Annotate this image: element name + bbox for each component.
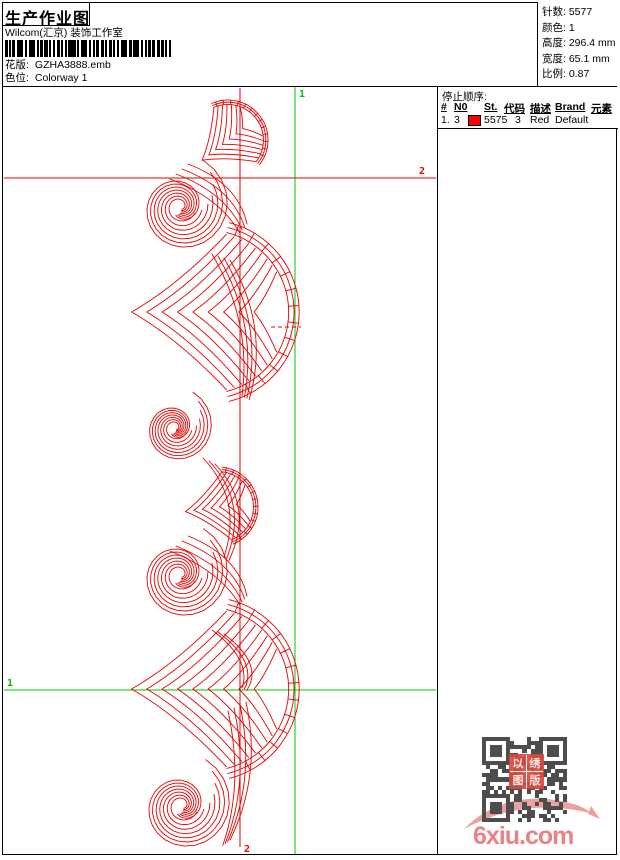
stop-sequence-table: 停止顺序: # N0 St. 代码 描述 Brand 元素 1. 3 5575 … [438, 87, 618, 129]
production-worksheet-page: 1 1 2 2 生产作业图 Wilcom(汇京) 装饰工作室 花版: GZHA3888.… [0, 0, 620, 860]
red-seal-stamp: 以 绣 图 版 [509, 754, 544, 789]
page-title: 生产作业图 [2, 2, 90, 28]
svg-text:2: 2 [419, 166, 425, 177]
pattern-value: GZHA3888.emb [34, 59, 111, 71]
col-brand: Brand [555, 101, 586, 113]
height-row: 高度: 296.4 mm [542, 37, 616, 50]
svg-text:2: 2 [244, 844, 250, 855]
design-info-panel: 针数: 5577 颜色: 1 高度: 296.4 mm 宽度: 65.1 mm … [537, 2, 617, 87]
colorway-row: 色位: Colorway 1 [5, 72, 87, 85]
barcode [5, 40, 173, 57]
svg-text:1: 1 [299, 89, 305, 100]
pattern-row: 花版: GZHA3888.emb [5, 59, 111, 72]
stitch-count-row: 针数: 5577 [542, 6, 593, 18]
row-code: 3 [515, 114, 521, 126]
svg-text:1: 1 [7, 678, 13, 689]
row-brand: Default [555, 114, 589, 126]
width-row: 宽度: 65.1 mm [542, 52, 610, 65]
colorway-value: Colorway 1 [34, 72, 88, 84]
pattern-label: 花版: [5, 59, 29, 71]
col-seq: # [441, 101, 447, 113]
seal-char-1: 以 [510, 755, 526, 771]
colorway-label: 色位: [5, 72, 29, 84]
scale-row: 比例: 0.87 [542, 68, 590, 81]
col-stitches: St. [484, 101, 498, 113]
seal-char-3: 图 [510, 772, 526, 788]
color-count-row: 颜色: 1 [542, 21, 575, 34]
drawing-area-right-border [437, 86, 438, 855]
row-stitches: 5575 [484, 114, 508, 126]
seal-char-2: 绣 [527, 755, 543, 771]
row-seq: 1. [441, 114, 450, 126]
row-desc: Red [530, 114, 550, 126]
studio-name: Wilcom(汇京) 装饰工作室 [5, 27, 123, 39]
row-needle: 3 [454, 114, 460, 126]
seal-char-4: 版 [527, 772, 543, 788]
thread-color-swatch [468, 115, 481, 126]
embroidery-design-canvas: 1 1 2 2 [4, 87, 600, 855]
site-watermark: 6xiu.com [473, 822, 574, 850]
col-needle: N0 [454, 101, 468, 113]
col-element: 元素 [591, 103, 612, 115]
